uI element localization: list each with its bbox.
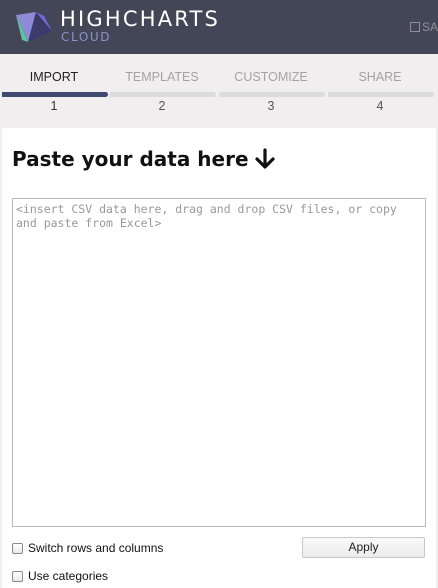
csv-data-input[interactable] (12, 198, 426, 527)
step-label: TEMPLATES (125, 70, 199, 84)
step-progress-bar (328, 92, 434, 97)
step-label: SHARE (358, 70, 402, 84)
use-categories-label: Use categories (28, 569, 109, 583)
step-label: CUSTOMIZE (234, 70, 308, 84)
step-import[interactable]: IMPORT 1 (0, 54, 108, 128)
page-title: Paste your data here (12, 147, 249, 171)
highcharts-logo-icon (16, 12, 52, 42)
step-progress-bar (110, 92, 216, 97)
step-number: 4 (376, 99, 384, 113)
step-number: 1 (50, 99, 58, 113)
switch-rows-columns-checkbox[interactable] (12, 542, 23, 554)
brand-subtitle: CLOUD (61, 30, 112, 44)
app-header: HIGHCHARTS CLOUD SA (0, 0, 438, 54)
step-customize[interactable]: CUSTOMIZE 3 (217, 54, 325, 128)
use-categories-checkbox[interactable] (12, 570, 23, 582)
step-templates[interactable]: TEMPLATES 2 (108, 54, 216, 128)
apply-button[interactable]: Apply (302, 537, 425, 558)
switch-rows-columns-option[interactable]: Switch rows and columns (12, 540, 163, 556)
arrow-down-icon (255, 148, 275, 169)
step-label: IMPORT (29, 70, 79, 84)
switch-rows-columns-label: Switch rows and columns (28, 541, 164, 555)
step-number: 2 (158, 99, 166, 113)
step-progress-bar (2, 92, 108, 97)
save-icon (410, 22, 420, 32)
step-number: 3 (267, 99, 275, 113)
wizard-stepper: IMPORT 1 TEMPLATES 2 CUSTOMIZE 3 SHARE 4 (0, 54, 438, 128)
save-label: SA (422, 20, 438, 34)
step-share[interactable]: SHARE 4 (326, 54, 434, 128)
save-button[interactable]: SA (410, 19, 438, 35)
step-progress-bar (219, 92, 325, 97)
import-panel: Paste your data here Switch rows and col… (2, 128, 436, 588)
brand-name: HIGHCHARTS (60, 7, 221, 31)
use-categories-option[interactable]: Use categories (12, 568, 108, 584)
